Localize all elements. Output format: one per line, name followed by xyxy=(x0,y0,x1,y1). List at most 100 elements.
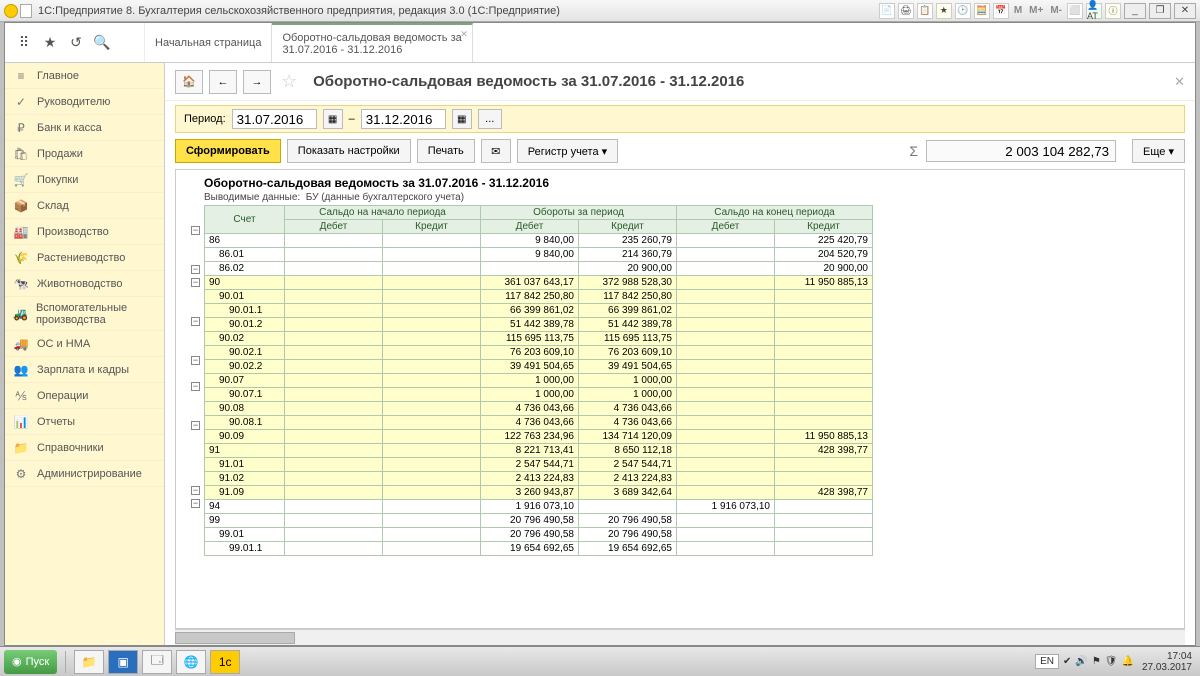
tool-icon[interactable]: 🕑 xyxy=(955,3,971,19)
table-row[interactable]: 90.084 736 043,664 736 043,66 xyxy=(205,402,873,416)
table-row[interactable]: 941 916 073,101 916 073,10 xyxy=(205,500,873,514)
tool-icon[interactable]: 📄 xyxy=(879,3,895,19)
tree-toggle[interactable]: − xyxy=(176,497,202,510)
table-row[interactable]: 90.02.239 491 504,6539 491 504,65 xyxy=(205,360,873,374)
m-plus-button[interactable]: M+ xyxy=(1027,5,1045,16)
table-row[interactable]: 86.019 840,00214 360,79204 520,79 xyxy=(205,248,873,262)
calendar-icon[interactable]: ▦ xyxy=(452,109,472,129)
table-row[interactable]: 91.012 547 544,712 547 544,71 xyxy=(205,458,873,472)
table-row[interactable]: 90.02115 695 113,75115 695 113,75 xyxy=(205,332,873,346)
sidebar-item[interactable]: 📁Справочники xyxy=(5,435,164,461)
register-button[interactable]: Регистр учета ▾ xyxy=(517,139,618,163)
tool-icon[interactable]: ⬜ xyxy=(1067,3,1083,19)
taskbar-app[interactable]: 📁 xyxy=(74,650,104,674)
sidebar-item[interactable]: 🌾Растениеводство xyxy=(5,245,164,271)
app-menu-dropdown[interactable] xyxy=(20,4,32,18)
search-icon[interactable]: 🔍 xyxy=(93,34,111,52)
table-row[interactable]: 90.01.166 399 861,0266 399 861,02 xyxy=(205,304,873,318)
tool-icon[interactable]: 📋 xyxy=(917,3,933,19)
horizontal-scrollbar[interactable] xyxy=(175,629,1185,645)
tool-icon[interactable]: 🧮 xyxy=(974,3,990,19)
tray-icon[interactable]: 🔊 xyxy=(1075,656,1087,667)
tool-icon[interactable]: ★ xyxy=(936,3,952,19)
table-row[interactable]: 90.01.251 442 389,7851 442 389,78 xyxy=(205,318,873,332)
table-row[interactable]: 869 840,00235 260,79225 420,79 xyxy=(205,234,873,248)
tool-icon[interactable]: 📅 xyxy=(993,3,1009,19)
table-row[interactable]: 91.022 413 224,832 413 224,83 xyxy=(205,472,873,486)
info-icon[interactable]: ⓘ xyxy=(1105,3,1121,19)
sidebar-item[interactable]: 🛍Продажи xyxy=(5,141,164,167)
period-picker-button[interactable]: ... xyxy=(478,109,502,129)
date-from-input[interactable] xyxy=(232,109,317,129)
form-button[interactable]: Сформировать xyxy=(175,139,281,163)
clock[interactable]: 17:0427.03.2017 xyxy=(1138,651,1196,673)
table-row[interactable]: 90.08.14 736 043,664 736 043,66 xyxy=(205,416,873,430)
page-close-icon[interactable]: ✕ xyxy=(1174,74,1185,90)
table-row[interactable]: 90.09122 763 234,96134 714 120,0911 950 … xyxy=(205,430,873,444)
tree-toggle[interactable]: − xyxy=(176,263,202,276)
tree-toggle[interactable]: − xyxy=(176,380,202,393)
date-to-input[interactable] xyxy=(361,109,446,129)
tree-toggle[interactable]: − xyxy=(176,276,202,289)
history-icon[interactable]: ↺ xyxy=(67,34,85,52)
m-minus-button[interactable]: M- xyxy=(1048,5,1064,16)
settings-button[interactable]: Показать настройки xyxy=(287,139,411,163)
tray-icon[interactable]: ✔ xyxy=(1063,656,1071,667)
tray-icon[interactable]: 🛡 xyxy=(1105,656,1118,667)
minimize-button[interactable]: _ xyxy=(1124,3,1146,19)
print-button[interactable]: Печать xyxy=(417,139,475,163)
taskbar-app[interactable]: 🗔 xyxy=(142,650,172,674)
sidebar-item[interactable]: 📊Отчеты xyxy=(5,409,164,435)
sidebar-item[interactable]: 🏭Производство xyxy=(5,219,164,245)
taskbar-app[interactable]: ▣ xyxy=(108,650,138,674)
tree-toggle[interactable]: − xyxy=(176,484,202,497)
sidebar-item[interactable]: 📦Склад xyxy=(5,193,164,219)
close-button[interactable]: ✕ xyxy=(1174,3,1196,19)
sidebar-item[interactable]: ₽Банк и касса xyxy=(5,115,164,141)
table-row[interactable]: 9920 796 490,5820 796 490,58 xyxy=(205,514,873,528)
table-row[interactable]: 90361 037 643,17372 988 528,3011 950 885… xyxy=(205,276,873,290)
tab-report[interactable]: Оборотно-сальдовая ведомость за 31.07.20… xyxy=(272,23,472,62)
tree-toggle[interactable]: − xyxy=(176,419,202,432)
tab-close-icon[interactable]: ✕ xyxy=(460,29,468,40)
sidebar-item[interactable]: ✓Руководителю xyxy=(5,89,164,115)
table-row[interactable]: 90.01117 842 250,80117 842 250,80 xyxy=(205,290,873,304)
sidebar-item[interactable]: 🐄Животноводство xyxy=(5,271,164,297)
sidebar-item[interactable]: 🛒Покупки xyxy=(5,167,164,193)
taskbar-app[interactable]: 1c xyxy=(210,650,240,674)
sidebar-item[interactable]: 👥Зарплата и кадры xyxy=(5,357,164,383)
calendar-icon[interactable]: ▦ xyxy=(323,109,343,129)
tray-icon[interactable]: 🔔 xyxy=(1121,656,1133,667)
tool-icon[interactable]: 🖨 xyxy=(898,3,914,19)
sidebar-item[interactable]: 🚜Вспомогательные производства xyxy=(5,297,164,331)
table-row[interactable]: 99.0120 796 490,5820 796 490,58 xyxy=(205,528,873,542)
star-icon[interactable]: ☆ xyxy=(281,71,297,92)
forward-button[interactable]: → xyxy=(243,70,271,94)
report-area[interactable]: Оборотно-сальдовая ведомость за 31.07.20… xyxy=(175,169,1185,629)
table-row[interactable]: 918 221 713,418 650 112,18428 398,77 xyxy=(205,444,873,458)
start-button[interactable]: ◉ Пуск xyxy=(4,650,57,674)
table-row[interactable]: 90.02.176 203 609,1076 203 609,10 xyxy=(205,346,873,360)
back-button[interactable]: ← xyxy=(209,70,237,94)
apps-icon[interactable]: ⠿ xyxy=(15,34,33,52)
table-row[interactable]: 90.071 000,001 000,00 xyxy=(205,374,873,388)
table-row[interactable]: 90.07.11 000,001 000,00 xyxy=(205,388,873,402)
more-button[interactable]: Еще ▾ xyxy=(1132,139,1185,163)
maximize-button[interactable]: ❐ xyxy=(1149,3,1171,19)
home-button[interactable]: 🏠 xyxy=(175,70,203,94)
taskbar-app[interactable]: 🌐 xyxy=(176,650,206,674)
tab-start[interactable]: Начальная страница xyxy=(145,23,272,62)
tree-toggle[interactable]: − xyxy=(176,224,202,237)
sidebar-item[interactable]: ≡Главное xyxy=(5,63,164,89)
user-icon[interactable]: 👤AT xyxy=(1086,3,1102,19)
table-row[interactable]: 86.0220 900,0020 900,00 xyxy=(205,262,873,276)
sidebar-item[interactable]: 🚚ОС и НМА xyxy=(5,331,164,357)
sidebar-item[interactable]: ⚙Администрирование xyxy=(5,461,164,487)
lang-indicator[interactable]: EN xyxy=(1035,654,1059,669)
tree-toggle[interactable]: − xyxy=(176,315,202,328)
table-row[interactable]: 99.01.119 654 692,6519 654 692,65 xyxy=(205,542,873,556)
favorite-icon[interactable]: ★ xyxy=(41,34,59,52)
sidebar-item[interactable]: ⅍Операции xyxy=(5,383,164,409)
mail-button[interactable]: ✉ xyxy=(481,139,511,163)
m-button[interactable]: M xyxy=(1012,5,1024,16)
